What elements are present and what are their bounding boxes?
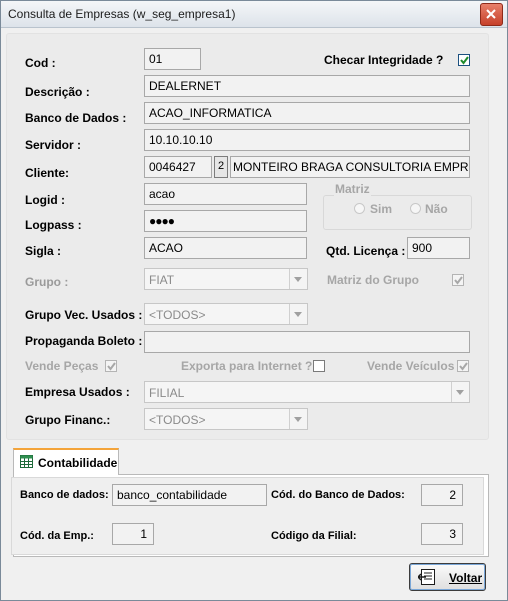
chevron-down-icon <box>289 304 307 324</box>
contab-cod-filial-label: Código da Filial: <box>271 530 357 542</box>
cliente-name-field[interactable]: MONTEIRO BRAGA CONSULTORIA EMPRE <box>230 156 470 178</box>
checar-integridade-checkbox[interactable] <box>458 54 470 66</box>
contab-cod-banco-label: Cód. do Banco de Dados: <box>271 489 405 501</box>
vende-veiculos-label: Vende Veículos <box>367 359 455 373</box>
chevron-down-icon <box>289 409 307 429</box>
chevron-down-icon <box>289 269 307 289</box>
grupo-select-value: FIAT <box>149 273 175 287</box>
cliente-code-field[interactable]: 0046427 <box>144 156 212 178</box>
logpass-field[interactable]: ●●●● <box>144 210 307 232</box>
cliente-lookup-button[interactable]: 2 <box>214 156 228 178</box>
grupo-financ-value: <TODOS> <box>149 413 206 427</box>
contab-cod-emp-field[interactable]: 1 <box>112 523 154 545</box>
logid-field[interactable]: acao <box>144 183 307 205</box>
chevron-down-icon <box>451 382 469 402</box>
propaganda-boleto-label: Propaganda Boleto : <box>25 334 143 348</box>
vende-pecas-label: Vende Peças <box>25 359 99 373</box>
close-button[interactable] <box>480 3 503 26</box>
servidor-label: Servidor : <box>25 138 82 152</box>
servidor-field[interactable]: 10.10.10.10 <box>144 129 470 151</box>
empresa-usados-value: FILIAL <box>149 386 185 400</box>
empresa-usados-select[interactable]: FILIAL <box>144 381 470 403</box>
title-bar: Consulta de Empresas (w_seg_empresa1) <box>1 1 507 28</box>
logpass-label: Logpass : <box>25 218 82 232</box>
grupo-financ-select[interactable]: <TODOS> <box>144 408 308 430</box>
qtd-licenca-field[interactable]: 900 <box>407 237 470 259</box>
matriz-group-label: Matriz <box>334 182 371 196</box>
sigla-label: Sigla : <box>25 244 62 258</box>
checkmark-icon <box>107 362 116 371</box>
propaganda-boleto-field[interactable] <box>144 331 470 353</box>
sigla-field[interactable]: ACAO <box>144 237 307 259</box>
exporta-internet-checkbox[interactable] <box>313 360 325 372</box>
matriz-nao-label: Não <box>425 202 448 216</box>
window-title: Consulta de Empresas (w_seg_empresa1) <box>8 7 236 21</box>
banco-dados-label: Banco de Dados : <box>25 111 127 125</box>
tab-contabilidade[interactable]: Contabilidade <box>13 448 119 475</box>
matriz-grupo-label: Matriz do Grupo <box>327 273 419 287</box>
voltar-button[interactable]: Voltar <box>409 563 486 591</box>
checkmark-icon <box>459 362 468 371</box>
grupo-select[interactable]: FIAT <box>144 268 308 290</box>
cod-label: Cod : <box>25 56 56 70</box>
banco-dados-field[interactable]: ACAO_INFORMATICA <box>144 102 470 124</box>
grupo-vec-usados-value: <TODOS> <box>149 308 206 322</box>
contab-banco-field[interactable]: banco_contabilidade <box>112 484 267 506</box>
exporta-internet-label: Exporta para Internet ? <box>181 359 313 373</box>
checar-integridade-label: Checar Integridade ? <box>324 53 444 67</box>
vende-veiculos-checkbox[interactable] <box>457 360 469 372</box>
qtd-licenca-label: Qtd. Licença : <box>326 244 406 258</box>
contab-cod-banco-field[interactable]: 2 <box>421 484 463 506</box>
contab-cod-filial-field[interactable]: 3 <box>421 523 463 545</box>
grupo-financ-label: Grupo Financ.: <box>25 413 111 427</box>
spreadsheet-icon <box>20 455 33 468</box>
contab-cod-emp-label: Cód. da Emp.: <box>20 530 94 542</box>
tab-contabilidade-label: Contabilidade <box>38 456 118 470</box>
descricao-label: Descrição : <box>25 85 90 99</box>
matriz-nao-radio[interactable] <box>410 203 421 214</box>
grupo-vec-usados-select[interactable]: <TODOS> <box>144 303 308 325</box>
matriz-grupo-checkbox[interactable] <box>452 274 464 286</box>
cliente-label: Cliente: <box>25 166 70 180</box>
window: Consulta de Empresas (w_seg_empresa1) Co… <box>0 0 508 601</box>
contab-banco-label: Banco de dados: <box>20 489 109 501</box>
matriz-sim-label: Sim <box>370 202 393 216</box>
grupo-vec-usados-label: Grupo Vec. Usados : <box>25 308 143 322</box>
exit-icon <box>418 569 435 585</box>
checkmark-icon <box>454 276 463 285</box>
descricao-field[interactable]: DEALERNET <box>144 75 470 97</box>
cod-field[interactable]: 01 <box>144 48 201 70</box>
matriz-sim-radio[interactable] <box>354 203 365 214</box>
vende-pecas-checkbox[interactable] <box>105 360 117 372</box>
grupo-label: Grupo : <box>25 275 69 289</box>
logid-label: Logid : <box>25 193 65 207</box>
empresa-usados-label: Empresa Usados : <box>25 385 130 399</box>
matriz-group <box>323 195 472 230</box>
voltar-label: Voltar <box>449 571 483 585</box>
checkmark-icon <box>460 56 469 65</box>
close-icon <box>486 9 496 19</box>
